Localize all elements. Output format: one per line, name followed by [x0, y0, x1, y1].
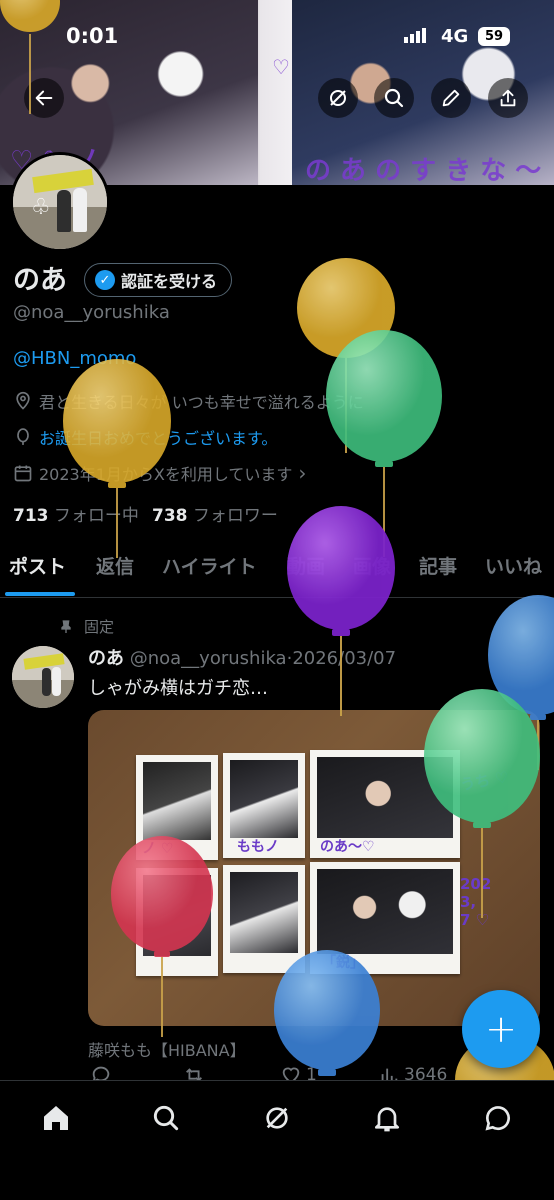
nav-home[interactable]: [36, 1098, 76, 1138]
home-icon: [44, 1106, 68, 1130]
grok-icon: [266, 1107, 288, 1129]
notifications-icon: [375, 1107, 399, 1132]
balloon-yellow-top: [0, 0, 60, 114]
balloon-green-right: [424, 689, 540, 918]
messages-icon: [485, 1106, 510, 1131]
balloon-purple: [287, 506, 395, 716]
balloon-red: [111, 836, 213, 1037]
balloon-yellow-left: [63, 359, 171, 558]
nav-search[interactable]: [146, 1098, 186, 1138]
nav-notifications[interactable]: [367, 1098, 407, 1138]
compose-button[interactable]: +: [462, 990, 540, 1068]
balloon-blue: [274, 950, 380, 1076]
nav-messages[interactable]: [478, 1098, 518, 1138]
compose-icon: +: [485, 1007, 517, 1051]
search-icon: [153, 1105, 179, 1131]
nav-grok[interactable]: [257, 1098, 297, 1138]
